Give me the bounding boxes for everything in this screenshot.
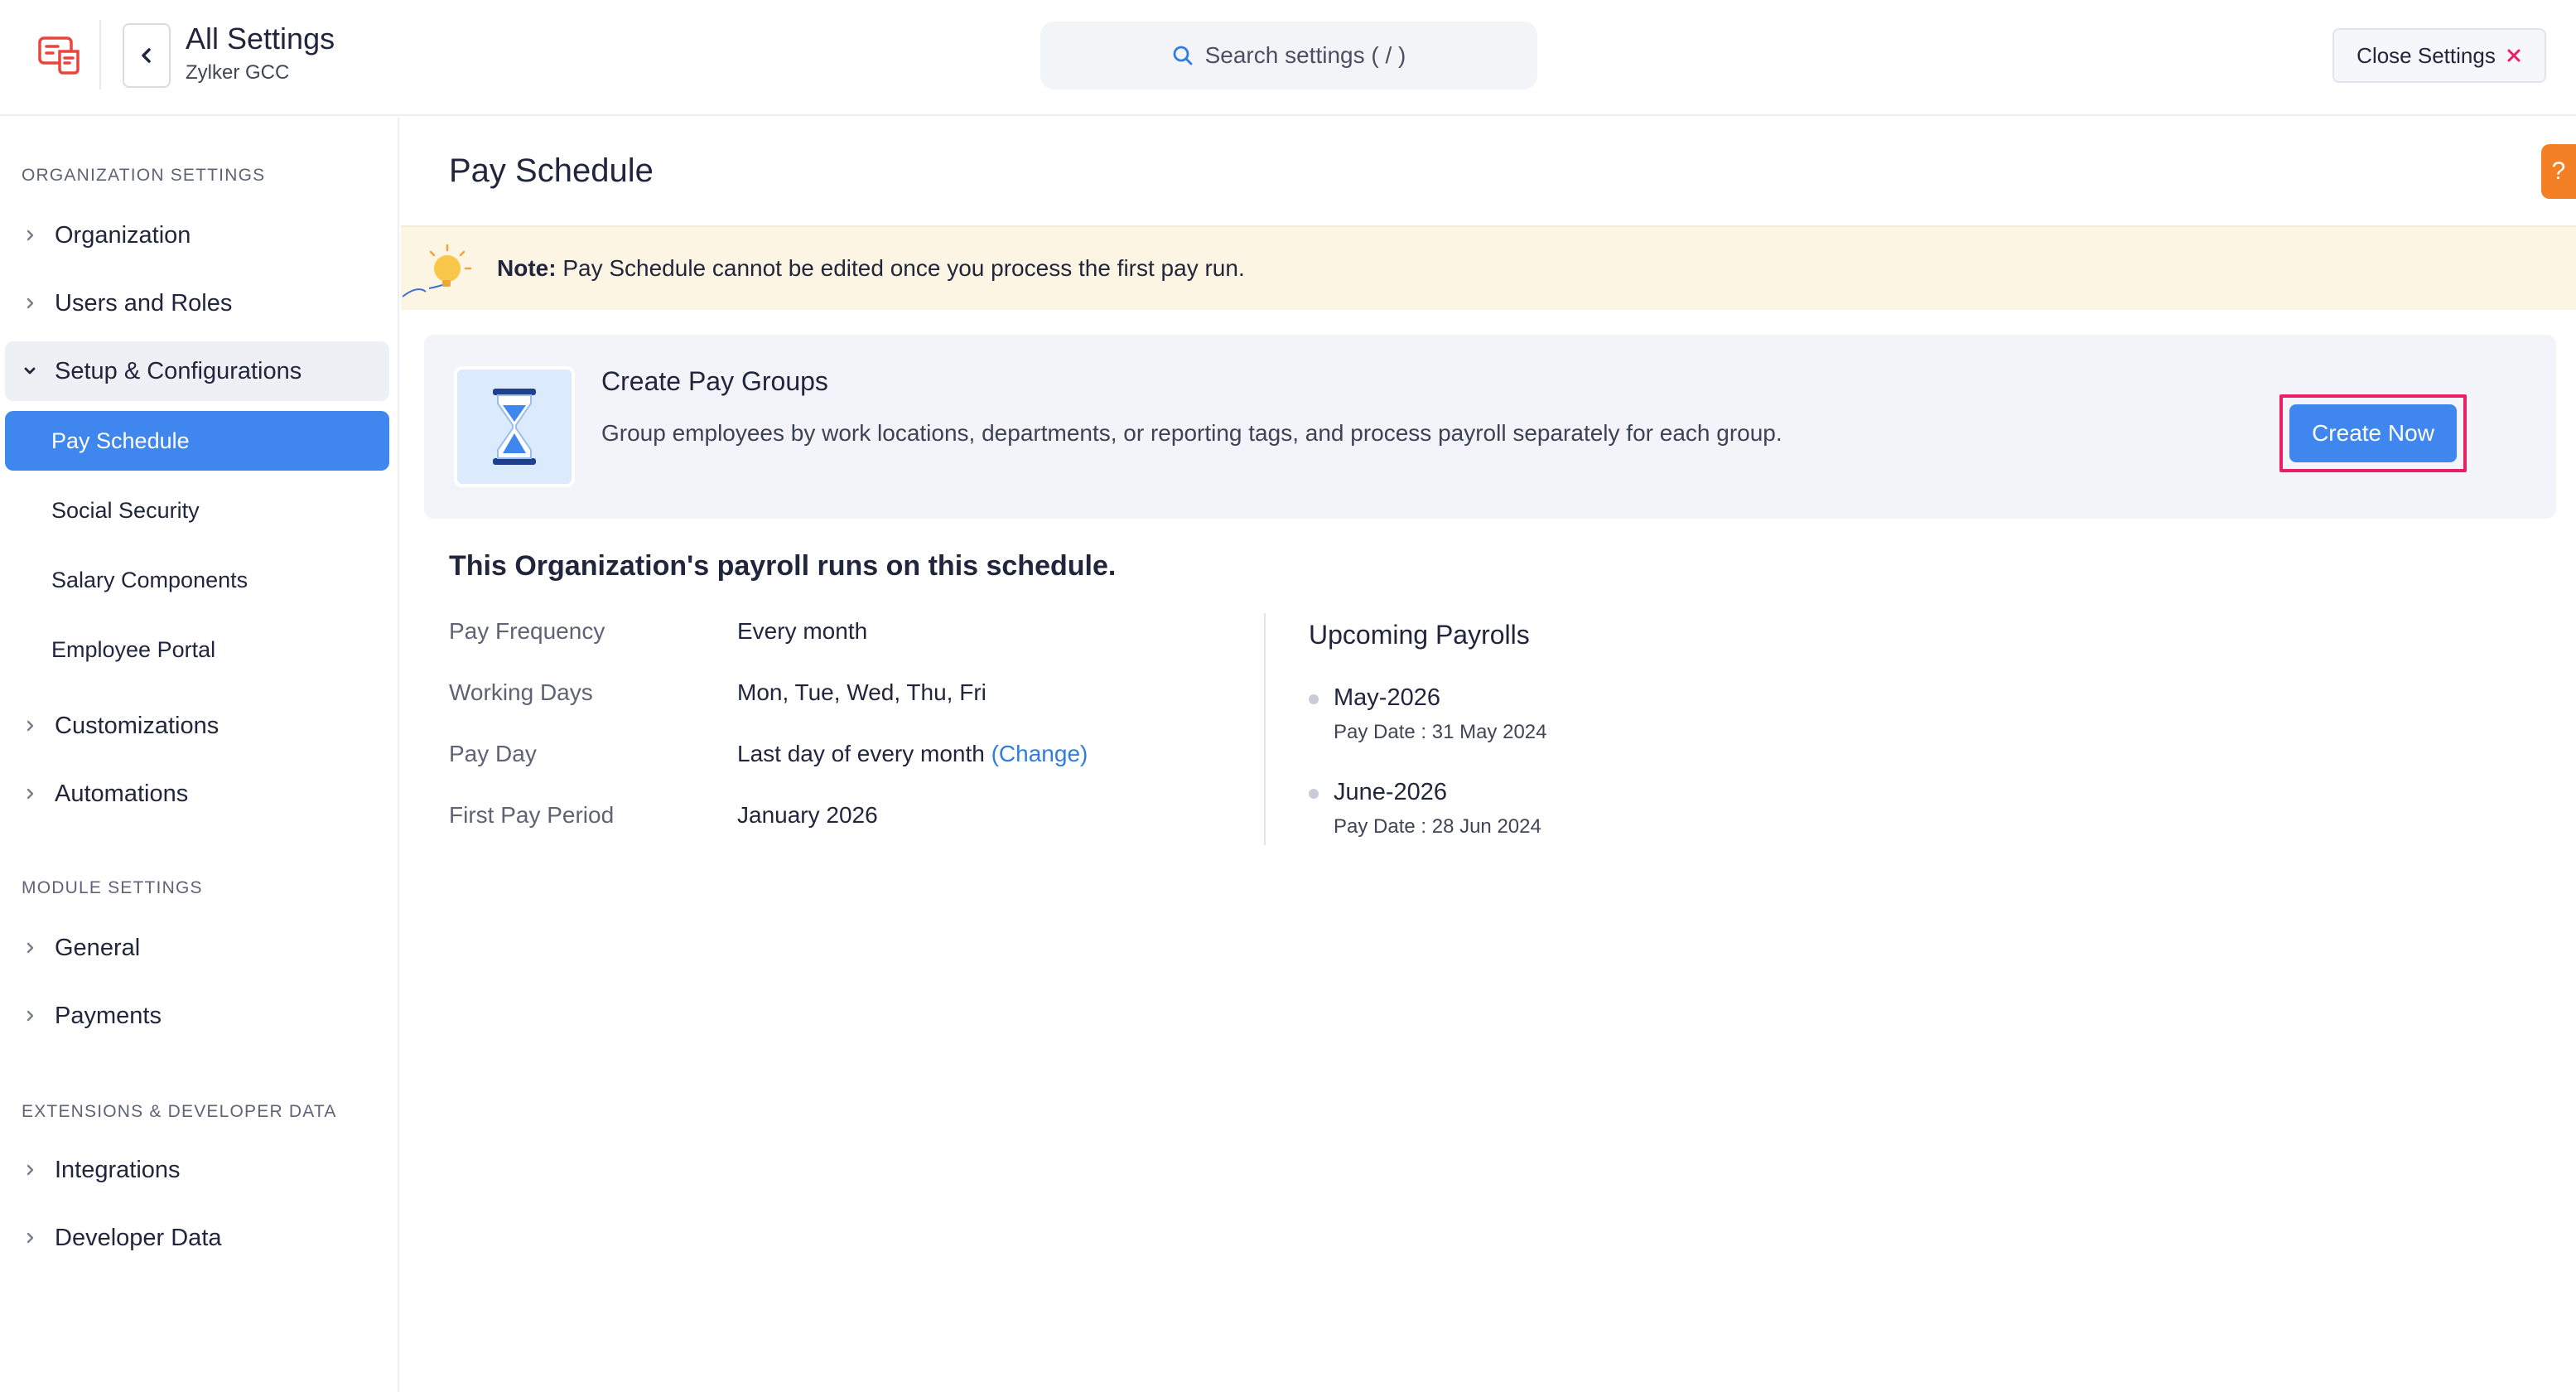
- chevron-right-icon: [5, 1230, 55, 1245]
- note-message: Pay Schedule cannot be edited once you p…: [556, 255, 1245, 281]
- organization-name: Zylker GCC: [186, 61, 290, 84]
- upcoming-pay-date: Pay Date : 28 Jun 2024: [1334, 815, 1541, 838]
- pay-day-value: Last day of every month: [737, 741, 985, 766]
- sidebar-subitem-salary-components[interactable]: Salary Components: [5, 550, 389, 610]
- search-placeholder: Search settings ( / ): [1204, 42, 1406, 68]
- hourglass-icon: [454, 366, 575, 487]
- close-settings-button[interactable]: Close Settings: [2332, 28, 2546, 83]
- change-pay-day-link[interactable]: (Change): [991, 741, 1088, 766]
- sidebar-item-developer-data[interactable]: Developer Data: [5, 1208, 389, 1268]
- sidebar-item-payments[interactable]: Payments: [5, 986, 389, 1046]
- section-title-organization-settings: ORGANIZATION SETTINGS: [22, 166, 266, 185]
- chevron-right-icon: [5, 296, 55, 311]
- upcoming-month: May-2026: [1334, 684, 1440, 711]
- pay-groups-description: Group employees by work locations, depar…: [601, 420, 1782, 446]
- sidebar-item-users-and-roles[interactable]: Users and Roles: [5, 273, 389, 333]
- upcoming-payrolls-title: Upcoming Payrolls: [1309, 620, 1530, 650]
- section-title-extensions-developer-data: EXTENSIONS & DEVELOPER DATA: [22, 1102, 337, 1121]
- sidebar-item-label: Organization: [55, 221, 191, 249]
- note-prefix: Note:: [497, 255, 557, 281]
- help-button[interactable]: ?: [2541, 144, 2576, 199]
- sidebar-item-setup-configurations[interactable]: Setup & Configurations: [5, 341, 389, 401]
- sidebar-subitem-employee-portal[interactable]: Employee Portal: [5, 620, 389, 679]
- sidebar-subitem-social-security[interactable]: Social Security: [5, 481, 389, 540]
- upcoming-pay-date: Pay Date : 31 May 2024: [1334, 721, 1547, 743]
- sidebar-item-organization[interactable]: Organization: [5, 205, 389, 265]
- title-block: All Settings Zylker GCC: [186, 20, 335, 86]
- page-header-title: All Settings: [186, 22, 335, 56]
- sidebar-item-general[interactable]: General: [5, 918, 389, 978]
- sidebar-item-label: Developer Data: [55, 1224, 222, 1251]
- lightbulb-icon: [402, 244, 472, 297]
- chevron-right-icon: [5, 786, 55, 801]
- search-icon: [1173, 46, 1193, 65]
- sidebar-item-label: Integrations: [55, 1156, 181, 1183]
- pay-groups-card: Create Pay Groups Group employees by wor…: [424, 335, 2556, 519]
- sidebar-item-label: Payments: [55, 1002, 162, 1029]
- first-pay-period-value: January 2026: [737, 802, 878, 828]
- chevron-right-icon: [5, 718, 55, 733]
- chevron-left-icon: [142, 48, 151, 63]
- top-header: All Settings Zylker GCC Search settings …: [0, 0, 2576, 116]
- header-divider: [99, 20, 101, 89]
- sidebar-item-label: Automations: [55, 780, 189, 807]
- search-input[interactable]: Search settings ( / ): [1040, 22, 1537, 89]
- close-icon: [2507, 49, 2521, 62]
- first-pay-period-label: First Pay Period: [449, 802, 615, 828]
- chevron-right-icon: [5, 1162, 55, 1177]
- chevron-down-icon: [5, 365, 55, 377]
- section-title-module-settings: MODULE SETTINGS: [22, 878, 203, 897]
- sidebar-subitem-pay-schedule[interactable]: Pay Schedule: [5, 411, 389, 471]
- sidebar-item-label: Customizations: [55, 712, 219, 739]
- upcoming-month: June-2026: [1334, 779, 1448, 805]
- working-days-label: Working Days: [449, 679, 593, 705]
- sidebar-item-label: General: [55, 934, 141, 961]
- back-button[interactable]: [123, 23, 171, 88]
- pay-day-value-wrap: Last day of every month (Change): [737, 741, 1088, 767]
- close-settings-label: Close Settings: [2357, 42, 2496, 68]
- page-title: Pay Schedule: [449, 152, 654, 189]
- sidebar-item-label: Setup & Configurations: [55, 357, 302, 384]
- sidebar-item-label: Users and Roles: [55, 289, 233, 317]
- create-now-button[interactable]: Create Now: [2289, 404, 2457, 462]
- note-banner: Note: Pay Schedule cannot be edited once…: [401, 225, 2576, 310]
- settings-sidebar: ORGANIZATION SETTINGS Organization Users…: [0, 118, 399, 1392]
- bullet-icon: [1309, 694, 1319, 704]
- sidebar-item-integrations[interactable]: Integrations: [5, 1140, 389, 1200]
- pay-groups-title: Create Pay Groups: [601, 366, 828, 396]
- bullet-icon: [1309, 789, 1319, 799]
- sidebar-item-customizations[interactable]: Customizations: [5, 696, 389, 756]
- chevron-right-icon: [5, 940, 55, 955]
- pay-day-label: Pay Day: [449, 741, 537, 766]
- pay-frequency-value: Every month: [737, 618, 868, 644]
- sidebar-item-automations[interactable]: Automations: [5, 764, 389, 824]
- working-days-value: Mon, Tue, Wed, Thu, Fri: [737, 679, 987, 705]
- schedule-heading: This Organization's payroll runs on this…: [449, 550, 1117, 582]
- app-logo-icon[interactable]: [35, 30, 84, 80]
- pay-frequency-label: Pay Frequency: [449, 618, 605, 644]
- chevron-right-icon: [5, 228, 55, 243]
- note-text: Note: Pay Schedule cannot be edited once…: [497, 255, 1245, 282]
- schedule-divider: [1264, 613, 1266, 845]
- chevron-right-icon: [5, 1008, 55, 1023]
